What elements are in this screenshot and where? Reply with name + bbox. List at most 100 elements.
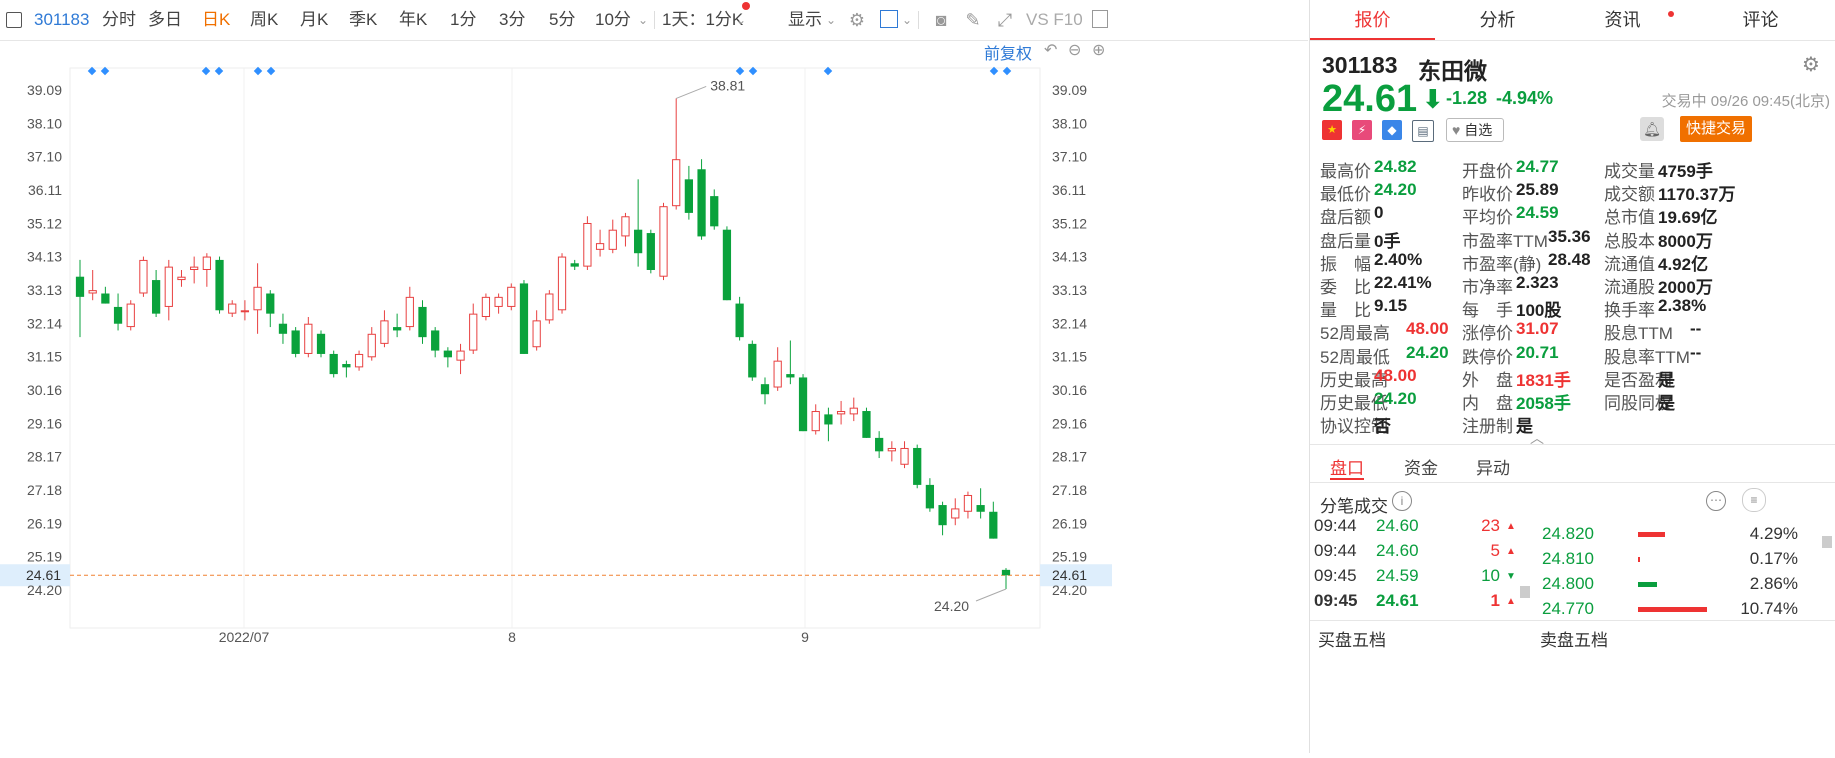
candle-body [976, 505, 985, 512]
tab-news[interactable]: 资讯 [1560, 0, 1685, 40]
candle-body [925, 484, 935, 509]
tick-price: 24.60 [1376, 516, 1419, 535]
y-tick-label-left: 32.14 [27, 315, 62, 331]
stat-value: 0 [1374, 203, 1384, 223]
candle-body [989, 511, 998, 539]
candle-body [875, 437, 884, 452]
stat-label: 市净率 [1462, 278, 1513, 297]
scrollbar-small[interactable] [1520, 586, 1530, 598]
subtab-orderbook[interactable]: 盘口 [1330, 454, 1364, 479]
adjust-select[interactable]: 前复权 [984, 40, 1032, 64]
stat-value: 0手 [1374, 231, 1401, 251]
period-tab-1min[interactable]: 1分 [450, 0, 476, 40]
candle-body [748, 343, 757, 378]
more-icon[interactable]: ⋯ [1706, 491, 1726, 511]
undo-icon[interactable]: ↶ [1044, 40, 1057, 60]
stat-label: 委 比 [1320, 278, 1371, 297]
candle-body [1001, 569, 1011, 576]
y-tick-label-left: 36.11 [28, 182, 62, 198]
sidebar-toggle-icon[interactable] [6, 12, 22, 28]
dist-bar [1638, 582, 1657, 587]
stat-label: 52周最高 [1320, 324, 1390, 344]
stat-label: 涨停价 [1462, 324, 1513, 344]
square-select-icon[interactable] [880, 10, 898, 28]
settings-gear-icon[interactable]: ⚙ [846, 9, 868, 31]
tick-price: 24.60 [1376, 541, 1419, 560]
settings-gear-icon[interactable]: ⚙ [1802, 52, 1820, 77]
stat-label: 流通值 [1604, 254, 1655, 274]
section-divider [1310, 444, 1835, 445]
period-tab-month[interactable]: 月K [300, 0, 328, 40]
tick-time: 09:45 [1314, 591, 1358, 610]
period-tab-week[interactable]: 周K [250, 0, 278, 40]
candle-body [253, 286, 262, 311]
stat-value: 35.36 [1548, 226, 1591, 246]
panel-toggle-icon[interactable] [1092, 10, 1108, 28]
watchlist-label: 自选 [1464, 122, 1493, 138]
candle-body [722, 229, 732, 301]
tab-analysis[interactable]: 分析 [1435, 0, 1560, 40]
info-icon[interactable]: i [1392, 491, 1412, 511]
scrollbar-up-icon[interactable] [1822, 536, 1832, 548]
stat-value: -- [1690, 342, 1702, 362]
pencil-icon[interactable]: ✎ [962, 9, 984, 31]
period-tab-3min[interactable]: 3分 [499, 0, 525, 40]
candle-body [887, 447, 896, 452]
display-menu[interactable]: 显示 [788, 0, 822, 40]
stat-label: 昨收价 [1462, 185, 1513, 205]
watchlist-button[interactable]: ♥ 自选 [1446, 118, 1504, 142]
stock-code-tab[interactable]: 301183 [34, 0, 89, 40]
candle-body [938, 505, 947, 526]
subtab-funds[interactable]: 资金 [1404, 454, 1438, 479]
candle-body [405, 296, 414, 328]
plot-frame [69, 67, 1041, 629]
stat-value: 24.59 [1516, 203, 1559, 223]
period-tab-multiday[interactable]: 多日 [148, 0, 182, 40]
tick-volume: 5 [1490, 541, 1500, 560]
period-tab-5min[interactable]: 5分 [549, 0, 575, 40]
up-arrow-icon: ▲ [1506, 521, 1516, 532]
candle-body [710, 196, 719, 227]
period-tab-fenshi[interactable]: 分时 [102, 0, 136, 40]
zoom-in-icon[interactable]: ⊕ [1092, 40, 1105, 60]
kline-chart[interactable]: 39.09 39.09 38.10 38.10 37.10 37.10 36.11 36.11… [0, 40, 1308, 753]
subtab-anomaly[interactable]: 异动 [1476, 454, 1510, 479]
period-tab-year[interactable]: 年K [399, 0, 427, 40]
fullscreen-icon[interactable]: ⤢ [994, 9, 1016, 31]
news-dot [1668, 11, 1674, 17]
camera-icon[interactable]: ◙ [930, 9, 952, 31]
stat-value: 8000万 [1658, 231, 1713, 251]
bell-icon[interactable]: 🔔︎ [1640, 117, 1664, 141]
candle-body [913, 447, 922, 485]
up-arrow-icon: ▲ [1506, 546, 1516, 557]
stat-label: 平均价 [1462, 208, 1513, 228]
y-tick-label-left: 27.18 [27, 482, 62, 498]
dist-bar [1638, 607, 1708, 612]
quick-trade-button[interactable]: 快捷交易 [1680, 116, 1752, 142]
stat-label: 市盈率(静) [1462, 254, 1542, 274]
candle-body [113, 306, 123, 324]
period-dropdown-icon[interactable]: ⌄ [638, 0, 648, 40]
chevron-down-icon[interactable]: ⌄ [826, 0, 836, 40]
candle-body [278, 323, 288, 334]
period-tab-10min[interactable]: 10分 [595, 0, 631, 40]
chevron-down-icon[interactable]: ⌄ [902, 0, 912, 40]
zoom-out-icon[interactable]: ⊖ [1068, 40, 1081, 60]
y-tick-label-right: 37.10 [1052, 149, 1087, 165]
menu-icon[interactable]: ≡ [1742, 488, 1766, 512]
collapse-chevron-icon[interactable]: ︿ [1530, 428, 1544, 448]
kline-svg[interactable]: 39.09 39.09 38.10 38.10 37.10 37.10 36.11 36.11… [0, 40, 1308, 753]
stat-value: 24.20 [1406, 342, 1449, 362]
tab-quote[interactable]: 报价 [1310, 0, 1435, 40]
interval-select[interactable]: 1天：1分K [662, 0, 743, 40]
tab-comments[interactable]: 评论 [1685, 0, 1835, 40]
tick-volume: 1 [1490, 591, 1500, 610]
period-tab-quarter[interactable]: 季K [349, 0, 377, 40]
candle-body [481, 296, 491, 318]
stat-label: 跌停价 [1462, 347, 1513, 367]
ticks-title: 分笔成交 [1320, 497, 1388, 516]
vs-f10-button[interactable]: VS F10 [1026, 0, 1083, 40]
period-tab-day[interactable]: 日K [202, 0, 230, 40]
y-tick-label-right: 31.15 [1052, 349, 1087, 365]
y-tick-label-right: 25.19 [1052, 549, 1087, 565]
